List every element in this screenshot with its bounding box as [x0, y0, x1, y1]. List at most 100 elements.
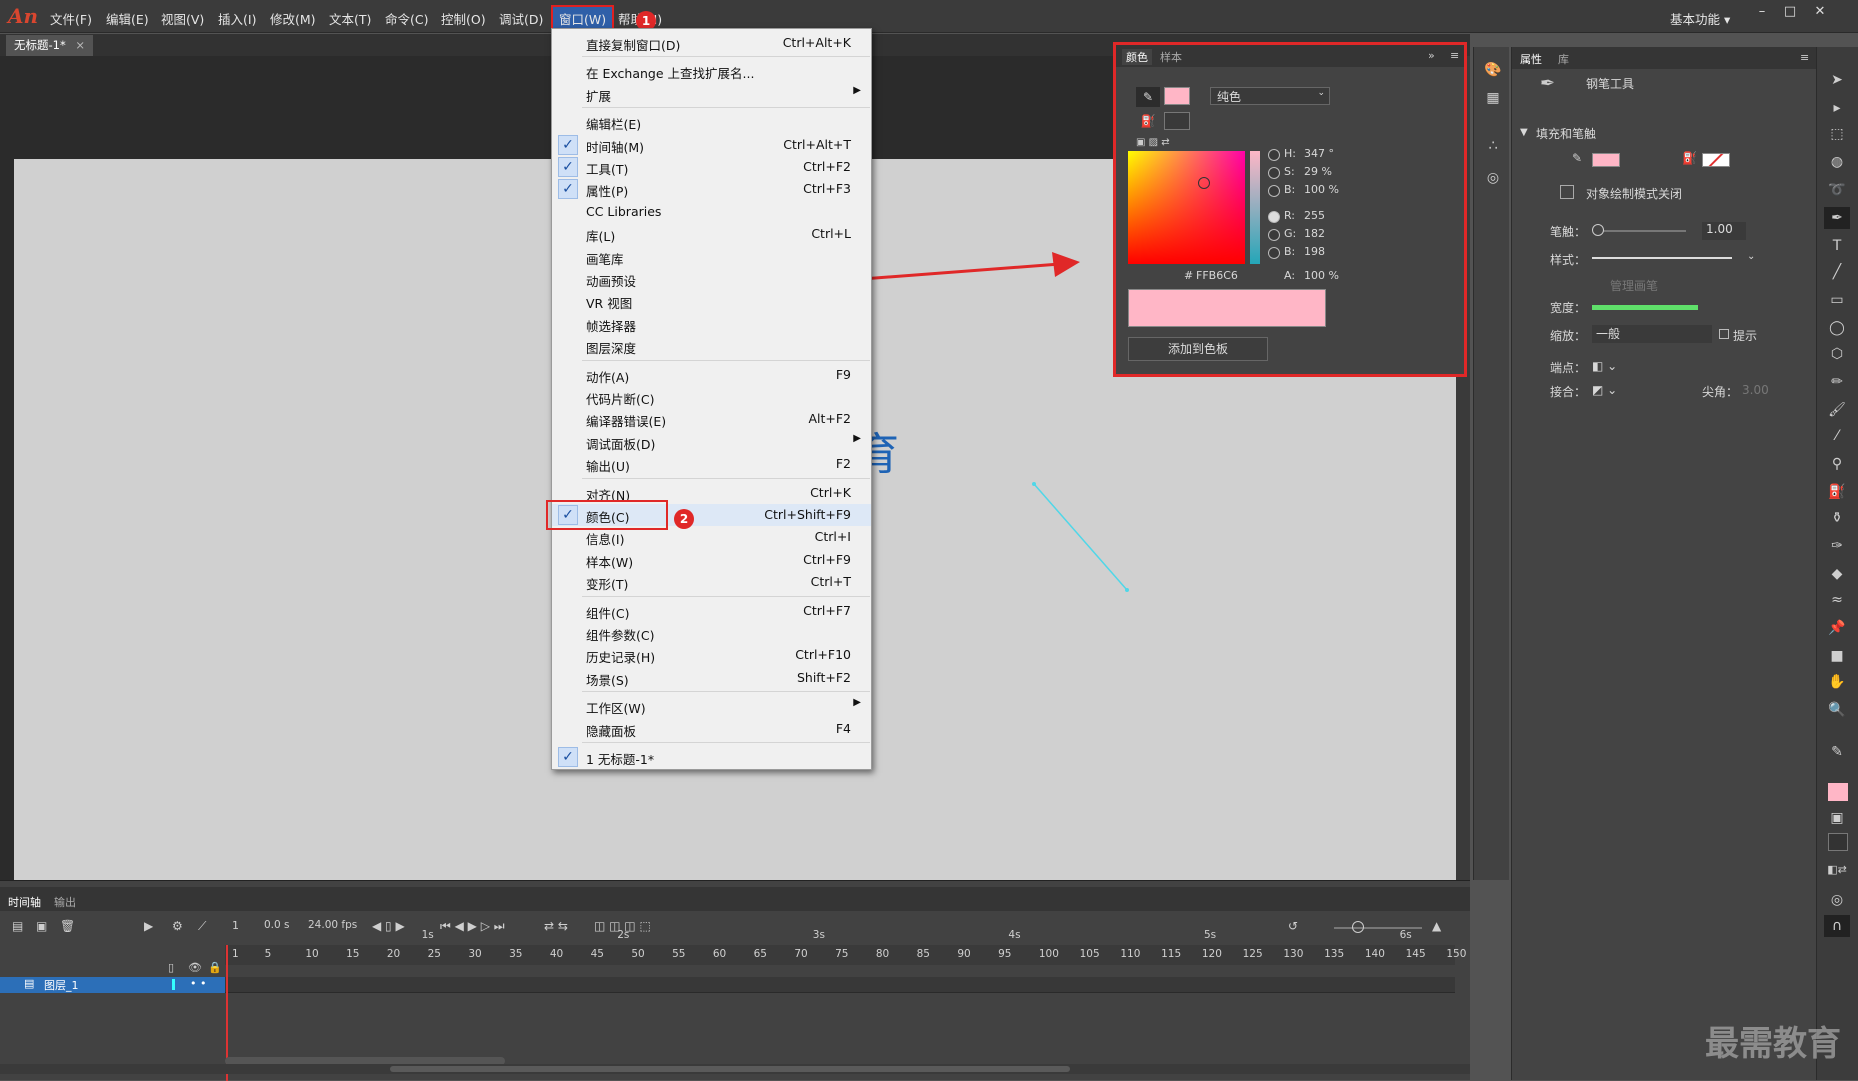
- menu-item-11[interactable]: 画笔库: [552, 246, 871, 268]
- pin-tool-icon[interactable]: 📌: [1824, 617, 1850, 639]
- snap-icon[interactable]: ◎: [1824, 889, 1850, 911]
- prev-keyframe-icon[interactable]: ◀ ▯ ▶: [372, 919, 405, 933]
- menu-item-6[interactable]: ✓ 时间轴(M) Ctrl+Alt+T: [552, 134, 871, 156]
- eye-icon[interactable]: 👁: [188, 961, 202, 974]
- radio-blue[interactable]: [1268, 247, 1280, 259]
- panel-menu-icon[interactable]: ≡: [1450, 49, 1459, 62]
- chevron-down-icon[interactable]: ▼: [1520, 127, 1528, 138]
- cap-select[interactable]: ◧ ⌄: [1592, 359, 1617, 373]
- layer-name[interactable]: 图层_1: [44, 977, 79, 993]
- fill-type-select[interactable]: 纯色 ⌄: [1210, 87, 1330, 105]
- style-select[interactable]: [1592, 257, 1732, 259]
- hint-checkbox[interactable]: [1719, 329, 1729, 339]
- panel-menu-icon[interactable]: ≡: [1800, 51, 1809, 64]
- collapse-icon[interactable]: »: [1428, 49, 1435, 62]
- menu-item-2[interactable]: 在 Exchange 上查找扩展名...: [552, 60, 871, 82]
- menu-item-29[interactable]: 组件(C) Ctrl+F7: [552, 600, 871, 622]
- scale-select[interactable]: 一般: [1592, 325, 1712, 343]
- menu-item-20[interactable]: 调试面板(D) ▶: [552, 431, 871, 453]
- value-s[interactable]: 29 %: [1304, 165, 1332, 178]
- menu-item-7[interactable]: ✓ 工具(T) Ctrl+F2: [552, 156, 871, 178]
- join-select[interactable]: ◩ ⌄: [1592, 383, 1617, 397]
- zoom-tool-icon[interactable]: 🔍: [1824, 699, 1850, 721]
- undo-icon[interactable]: ↺: [1288, 919, 1298, 933]
- menu-item-8[interactable]: ✓ 属性(P) Ctrl+F3: [552, 178, 871, 200]
- object-draw-icon[interactable]: [1560, 185, 1574, 199]
- section-fill-stroke[interactable]: 填充和笔触: [1536, 125, 1596, 142]
- selection-tool-icon[interactable]: ➤: [1824, 69, 1850, 91]
- stroke-width-field[interactable]: 1.00: [1702, 222, 1746, 240]
- text-tool-icon[interactable]: T: [1824, 235, 1850, 257]
- radio-h[interactable]: [1268, 149, 1280, 161]
- new-layer-icon[interactable]: ▤: [12, 919, 23, 933]
- rectangle-tool-icon[interactable]: ▭: [1824, 289, 1850, 311]
- motion-presets-icon[interactable]: ∴: [1480, 135, 1506, 157]
- free-transform-icon[interactable]: ⬚: [1824, 123, 1850, 145]
- fill-color-swatch[interactable]: [1828, 833, 1848, 851]
- delete-icon[interactable]: 🗑: [60, 919, 75, 933]
- alpha-value[interactable]: 100 %: [1304, 269, 1339, 282]
- value-r[interactable]: 255: [1304, 209, 1325, 222]
- miter-value[interactable]: 3.00: [1742, 383, 1769, 397]
- tab-library[interactable]: 库: [1558, 51, 1569, 67]
- pen-tool-icon[interactable]: ✒: [1824, 207, 1850, 229]
- menu-item-26[interactable]: 样本(W) Ctrl+F9: [552, 549, 871, 571]
- horizontal-scrollbar[interactable]: [0, 1064, 1470, 1074]
- stroke-swatch[interactable]: [1164, 87, 1190, 105]
- zoom-in-icon[interactable]: ▲: [1432, 919, 1441, 933]
- menu-item-37[interactable]: ✓ 1 无标题-1*: [552, 746, 871, 768]
- magnet-icon[interactable]: ∩: [1824, 915, 1850, 937]
- lock-icon[interactable]: 🔒: [208, 961, 222, 974]
- tab-timeline[interactable]: 时间轴: [8, 894, 41, 910]
- radio-b[interactable]: [1268, 185, 1280, 197]
- line-tool-icon[interactable]: ╱: [1824, 261, 1850, 283]
- layer-visibility-dots[interactable]: • •: [190, 977, 206, 990]
- menu-item-13[interactable]: VR 视图: [552, 290, 871, 312]
- radio-s[interactable]: [1268, 167, 1280, 179]
- radio-r[interactable]: [1268, 211, 1280, 223]
- eraser-icon[interactable]: ◆: [1824, 563, 1850, 585]
- menu-item-30[interactable]: 组件参数(C): [552, 622, 871, 644]
- lasso-tool-icon[interactable]: ➰: [1824, 179, 1850, 201]
- width-tool-icon[interactable]: ≈: [1824, 589, 1850, 611]
- width-profile-select[interactable]: [1592, 305, 1698, 310]
- 3d-rotation-icon[interactable]: ◍: [1824, 151, 1850, 173]
- layer-frames[interactable]: [225, 977, 1455, 993]
- camera-tool-icon[interactable]: ■: [1824, 645, 1850, 667]
- outline-icon[interactable]: ▯: [168, 961, 174, 974]
- camera-icon[interactable]: ▶: [144, 919, 153, 933]
- bone-tool-icon[interactable]: ⚲: [1824, 453, 1850, 475]
- paint-bucket-icon[interactable]: ⛽: [1824, 481, 1850, 503]
- parent-icon[interactable]: ⚙: [172, 919, 183, 933]
- value-b[interactable]: 100 %: [1304, 183, 1339, 196]
- color-panel-icon[interactable]: 🎨: [1480, 59, 1506, 81]
- swap-colors-icon[interactable]: ◧⇄: [1824, 859, 1850, 881]
- layer-row[interactable]: ▤ 图层_1 • •: [0, 977, 225, 993]
- add-to-swatches-button[interactable]: 添加到色板: [1128, 337, 1268, 361]
- brush-tool-icon[interactable]: ⁄: [1824, 425, 1850, 447]
- menu-item-21[interactable]: 输出(U) F2: [552, 453, 871, 475]
- tab-properties[interactable]: 属性: [1520, 51, 1542, 67]
- swatches-panel-icon[interactable]: ▦: [1480, 87, 1506, 109]
- swap-colors-icon[interactable]: ▣ ▨ ⇄: [1136, 137, 1170, 148]
- radio-g[interactable]: [1268, 229, 1280, 241]
- subselection-tool-icon[interactable]: ▸: [1824, 97, 1850, 119]
- menu-item-12[interactable]: 动画预设: [552, 268, 871, 290]
- menu-item-15[interactable]: 图层深度: [552, 335, 871, 357]
- fill-color-icon[interactable]: ▣: [1824, 807, 1850, 829]
- pencil-tool-icon[interactable]: ✏: [1824, 371, 1850, 393]
- menu-item-17[interactable]: 动作(A) F9: [552, 364, 871, 386]
- fill-bucket-icon[interactable]: ⛽: [1136, 111, 1160, 131]
- eyedropper-icon[interactable]: ✑: [1824, 535, 1850, 557]
- fill-color-swatch[interactable]: [1702, 153, 1730, 167]
- hue-slider[interactable]: [1250, 151, 1260, 264]
- menu-item-34[interactable]: 工作区(W) ▶: [552, 695, 871, 717]
- playback-controls-icon[interactable]: ⏮ ◀ ▶ ▷ ⏭: [440, 919, 505, 934]
- current-time[interactable]: 0.0 s: [264, 919, 290, 931]
- value-h[interactable]: 347 °: [1304, 147, 1334, 160]
- value-g[interactable]: 182: [1304, 227, 1325, 240]
- stroke-color-icon[interactable]: ✎: [1136, 87, 1160, 107]
- menu-item-10[interactable]: 库(L) Ctrl+L: [552, 223, 871, 245]
- fill-swatch[interactable]: [1164, 112, 1190, 130]
- hex-value[interactable]: FFB6C6: [1196, 269, 1238, 282]
